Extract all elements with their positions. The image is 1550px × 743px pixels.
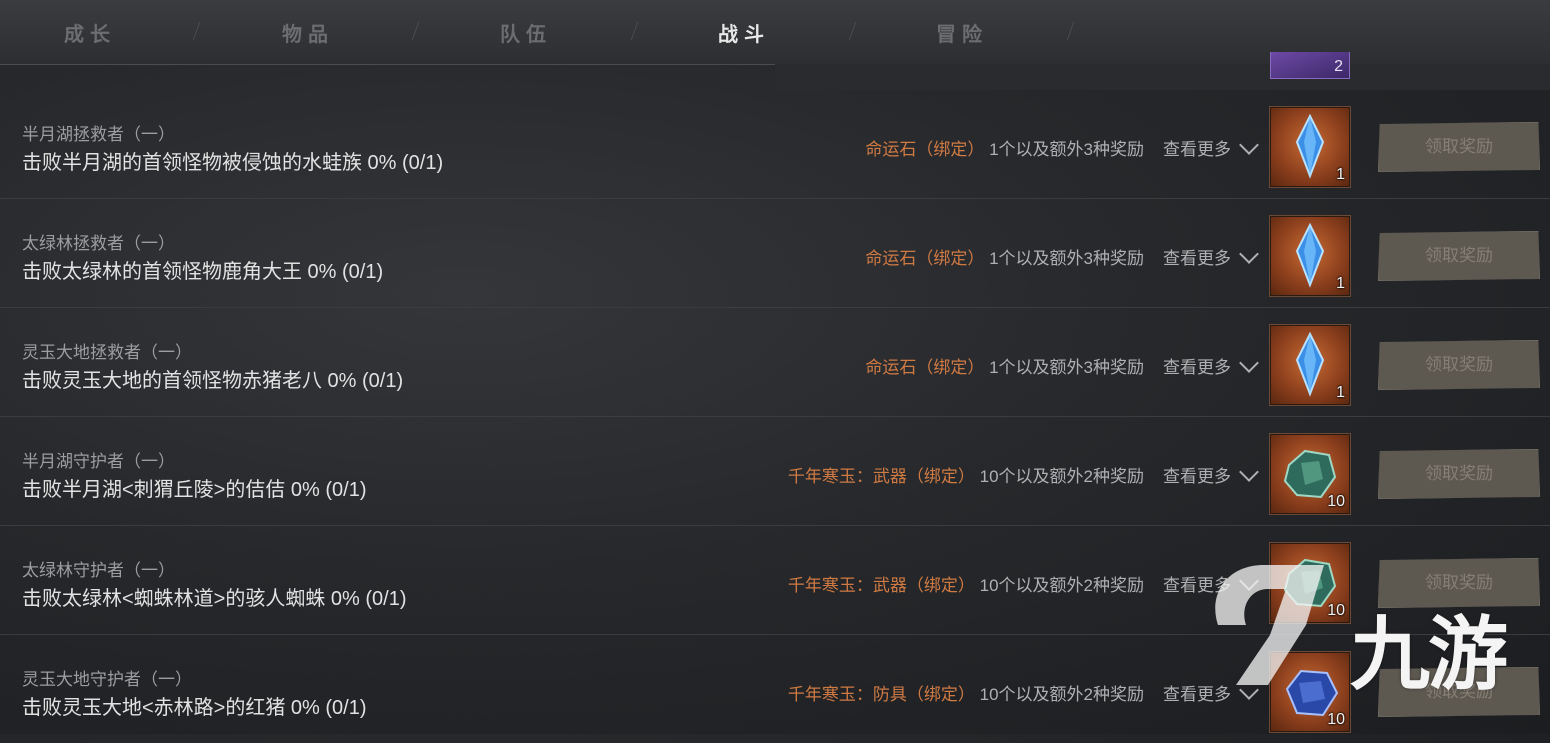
item-count: 10: [1327, 711, 1345, 728]
reward-name: 千年寒玉：武器（绑定）: [787, 576, 975, 595]
item-count: 10: [1327, 493, 1345, 510]
quest-row: 半月湖守护者（一） 击败半月湖<刺猬丘陵>的佶佶 0% (0/1) 千年寒玉：武…: [0, 417, 1550, 526]
quest-row: 灵玉大地拯救者（一） 击败灵玉大地的首领怪物赤猪老八 0% (0/1) 命运石（…: [0, 308, 1550, 417]
quest-title: 灵玉大地拯救者（一）: [22, 343, 192, 362]
chevron-down-icon[interactable]: [1239, 353, 1259, 373]
item-count: 2: [1334, 58, 1343, 75]
quest-description: 击败灵玉大地<赤林路>的红猪 0% (0/1): [22, 697, 367, 719]
reward-summary: 命运石（绑定） 1个以及额外3种奖励: [865, 244, 1144, 269]
quest-row: 半月湖拯救者（一） 击败半月湖的首领怪物被侵蚀的水蛙族 0% (0/1) 命运石…: [0, 90, 1550, 199]
tab-divider: [630, 22, 639, 40]
quest-title: 太绿林拯救者（一）: [22, 234, 175, 253]
reward-quantity: 10个以及额外2种奖励: [979, 685, 1144, 704]
reward-quantity: 1个以及额外3种奖励: [989, 358, 1144, 377]
quest-title: 灵玉大地守护者（一）: [22, 670, 192, 689]
blue-crystal-icon[interactable]: 1: [1270, 216, 1350, 296]
green-jade-icon[interactable]: 10: [1270, 434, 1350, 514]
reward-quantity: 1个以及额外3种奖励: [989, 249, 1144, 268]
tab-divider: [1066, 22, 1075, 40]
reward-name: 命运石（绑定）: [865, 358, 985, 377]
watermark-text: 九游: [1350, 608, 1508, 701]
quest-description: 击败灵玉大地的首领怪物赤猪老八 0% (0/1): [22, 370, 404, 392]
claim-reward-button[interactable]: 领取奖励: [1378, 122, 1540, 172]
reward-summary: 命运石（绑定） 1个以及额外3种奖励: [865, 135, 1144, 160]
tab-divider: [411, 22, 420, 40]
claim-reward-button[interactable]: 领取奖励: [1378, 449, 1540, 499]
blue-crystal-icon[interactable]: 1: [1270, 107, 1350, 187]
reward-summary: 千年寒玉：防具（绑定） 10个以及额外2种奖励: [788, 680, 1144, 705]
quest-title: 半月湖拯救者（一）: [22, 125, 175, 144]
quest-title: 太绿林守护者（一）: [22, 561, 175, 580]
chevron-down-icon[interactable]: [1239, 462, 1259, 482]
quest-row: 太绿林拯救者（一） 击败太绿林的首领怪物鹿角大王 0% (0/1) 命运石（绑定…: [0, 199, 1550, 308]
quest-description: 击败半月湖<刺猬丘陵>的佶佶 0% (0/1): [22, 479, 367, 501]
tab-adventure[interactable]: 冒险: [902, 18, 1022, 47]
peek-reward-item-icon[interactable]: 2: [1270, 52, 1350, 79]
view-more-button[interactable]: 查看更多: [1163, 135, 1231, 160]
item-count: 1: [1336, 384, 1345, 401]
claim-reward-button[interactable]: 领取奖励: [1378, 231, 1540, 281]
tab-battle[interactable]: 战斗: [684, 18, 804, 47]
item-count: 1: [1336, 275, 1345, 292]
reward-summary: 千年寒玉：武器（绑定） 10个以及额外2种奖励: [788, 571, 1144, 596]
tab-growth[interactable]: 成长: [30, 18, 150, 47]
reward-quantity: 10个以及额外2种奖励: [979, 576, 1144, 595]
view-more-button[interactable]: 查看更多: [1163, 462, 1231, 487]
reward-summary: 千年寒玉：武器（绑定） 10个以及额外2种奖励: [788, 462, 1144, 487]
tab-items[interactable]: 物品: [248, 18, 368, 47]
quest-description: 击败半月湖的首领怪物被侵蚀的水蛙族 0% (0/1): [22, 152, 444, 174]
view-more-button[interactable]: 查看更多: [1163, 353, 1231, 378]
blue-crystal-icon[interactable]: 1: [1270, 325, 1350, 405]
tab-divider: [192, 22, 201, 40]
quest-title: 半月湖守护者（一）: [22, 452, 175, 471]
reward-name: 命运石（绑定）: [865, 140, 985, 159]
chevron-down-icon[interactable]: [1239, 135, 1259, 155]
reward-summary: 命运石（绑定） 1个以及额外3种奖励: [865, 353, 1144, 378]
reward-quantity: 10个以及额外2种奖励: [979, 467, 1144, 486]
reward-name: 命运石（绑定）: [865, 249, 985, 268]
view-more-button[interactable]: 查看更多: [1163, 244, 1231, 269]
claim-reward-button[interactable]: 领取奖励: [1378, 340, 1540, 390]
quest-description: 击败太绿林的首领怪物鹿角大王 0% (0/1): [22, 261, 384, 283]
reward-name: 千年寒玉：防具（绑定）: [787, 685, 975, 704]
chevron-down-icon[interactable]: [1239, 244, 1259, 264]
item-count: 1: [1336, 166, 1345, 183]
tab-team[interactable]: 队伍: [466, 18, 586, 47]
previous-row-peek: [775, 64, 1550, 90]
tab-divider: [848, 22, 857, 40]
reward-quantity: 1个以及额外3种奖励: [989, 140, 1144, 159]
reward-name: 千年寒玉：武器（绑定）: [787, 467, 975, 486]
quest-description: 击败太绿林<蜘蛛林道>的骇人蜘蛛 0% (0/1): [22, 588, 407, 610]
